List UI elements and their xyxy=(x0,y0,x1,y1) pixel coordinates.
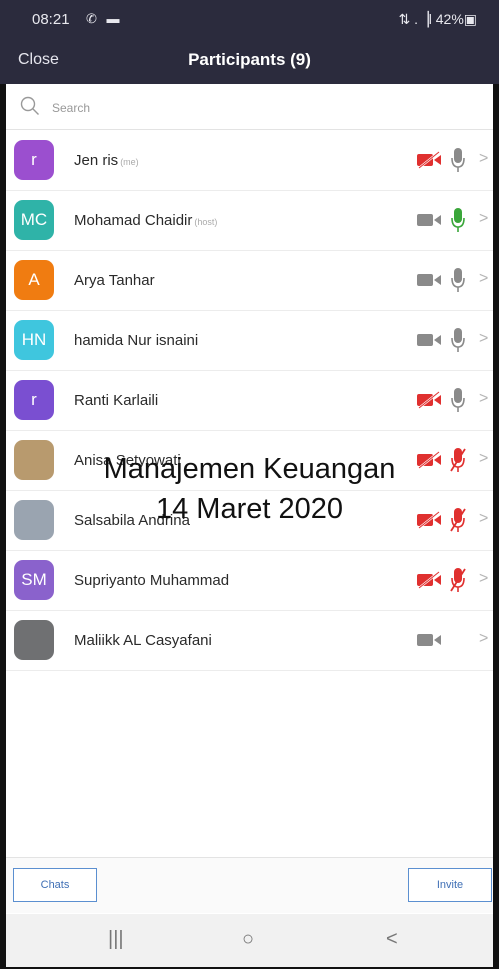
participant-row[interactable]: MC Mohamad Chaidir (host) > xyxy=(6,191,493,251)
notification-icons: ✆ ▬ xyxy=(86,11,123,26)
video-icon xyxy=(417,634,441,646)
mic-muted-icon xyxy=(450,508,466,532)
participant-row[interactable]: Anisa Setyowati > xyxy=(6,431,493,491)
chevron-right-icon: > xyxy=(479,210,489,227)
participant-row[interactable]: Salsabila Andrina > xyxy=(6,491,493,551)
participant-name: Supriyanto Muhammad xyxy=(74,572,229,589)
avatar: A xyxy=(14,260,54,300)
participant-name-text: Arya Tanhar xyxy=(74,272,155,289)
video-off-icon xyxy=(417,391,441,409)
mic-muted-icon xyxy=(450,568,466,592)
participant-name: Jen ris (me) xyxy=(74,152,139,169)
chats-button[interactable]: Chats xyxy=(13,868,97,902)
participant-role-tag: (me) xyxy=(120,157,139,167)
chevron-right-icon: > xyxy=(479,330,489,347)
avatar xyxy=(14,620,54,660)
page-title: Participants (9) xyxy=(188,50,311,69)
status-bar: 08:21 ✆ ▬ ⇅ .▕l 42%▣ xyxy=(0,0,499,38)
mic-icon xyxy=(451,388,465,412)
bottom-toolbar: Chats Invite xyxy=(6,857,493,913)
back-icon[interactable]: < xyxy=(386,928,398,951)
chevron-right-icon: > xyxy=(479,510,489,527)
participant-list: r Jen ris (me) > MC Mohamad Chaidir (host) > A Ar… xyxy=(6,131,493,671)
video-icon xyxy=(417,334,441,346)
participant-role-tag: (host) xyxy=(194,217,218,227)
system-navigation-bar: ||| ○ < xyxy=(6,914,493,967)
participant-name-text: Supriyanto Muhammad xyxy=(74,572,230,589)
home-icon[interactable]: ○ xyxy=(242,928,254,951)
participant-row[interactable]: r Jen ris (me) > xyxy=(6,131,493,191)
participant-name-text: Ranti Karlaili xyxy=(74,392,159,409)
participant-name: Salsabila Andrina xyxy=(74,512,190,529)
participant-row[interactable]: Maliikk AL Casyafani > xyxy=(6,611,493,671)
participant-row[interactable]: A Arya Tanhar > xyxy=(6,251,493,311)
participant-row[interactable]: HN hamida Nur isnaini > xyxy=(6,311,493,371)
participant-row[interactable]: r Ranti Karlaili > xyxy=(6,371,493,431)
video-icon xyxy=(417,214,441,226)
chevron-right-icon: > xyxy=(479,450,489,467)
chevron-right-icon: > xyxy=(479,390,489,407)
header-bar: Close Participants (9) xyxy=(0,38,499,84)
chevron-right-icon: > xyxy=(479,270,489,287)
status-time: 08:21 xyxy=(32,11,70,28)
participant-name-text: Mohamad Chaidir xyxy=(74,212,193,229)
mic-icon xyxy=(451,148,465,172)
participant-name: hamida Nur isnaini xyxy=(74,332,198,349)
video-icon xyxy=(417,274,441,286)
participant-name-text: Maliikk AL Casyafani xyxy=(74,632,212,649)
avatar: r xyxy=(14,380,54,420)
participant-name: Ranti Karlaili xyxy=(74,392,158,409)
recents-icon[interactable]: ||| xyxy=(108,928,124,951)
participant-name: Mohamad Chaidir (host) xyxy=(74,212,217,229)
participant-name: Anisa Setyowati xyxy=(74,452,181,469)
participant-name-text: Salsabila Andrina xyxy=(74,512,190,529)
mic-icon xyxy=(451,208,465,232)
search-icon xyxy=(20,96,39,115)
video-off-icon xyxy=(417,571,441,589)
participant-name-text: Jen ris xyxy=(74,152,119,169)
chevron-right-icon: > xyxy=(479,630,489,647)
invite-button[interactable]: Invite xyxy=(408,868,492,902)
mic-icon xyxy=(451,268,465,292)
search-input[interactable] xyxy=(52,97,472,119)
participant-row[interactable]: SM Supriyanto Muhammad > xyxy=(6,551,493,611)
participant-name: Maliikk AL Casyafani xyxy=(74,632,212,649)
chevron-right-icon: > xyxy=(479,570,489,587)
avatar: MC xyxy=(14,200,54,240)
avatar: HN xyxy=(14,320,54,360)
avatar xyxy=(14,500,54,540)
video-off-icon xyxy=(417,151,441,169)
participant-name: Arya Tanhar xyxy=(74,272,155,289)
participant-name-text: Anisa Setyowati xyxy=(74,452,181,469)
video-off-icon xyxy=(417,451,441,469)
video-off-icon xyxy=(417,511,441,529)
search-bar xyxy=(6,86,493,130)
avatar: SM xyxy=(14,560,54,600)
mic-icon xyxy=(451,328,465,352)
avatar xyxy=(14,440,54,480)
chevron-right-icon: > xyxy=(479,150,489,167)
avatar: r xyxy=(14,140,54,180)
battery-signal-indicator: ⇅ .▕l 42%▣ xyxy=(398,11,477,27)
mic-muted-icon xyxy=(450,448,466,472)
participant-name-text: hamida Nur isnaini xyxy=(74,332,199,349)
